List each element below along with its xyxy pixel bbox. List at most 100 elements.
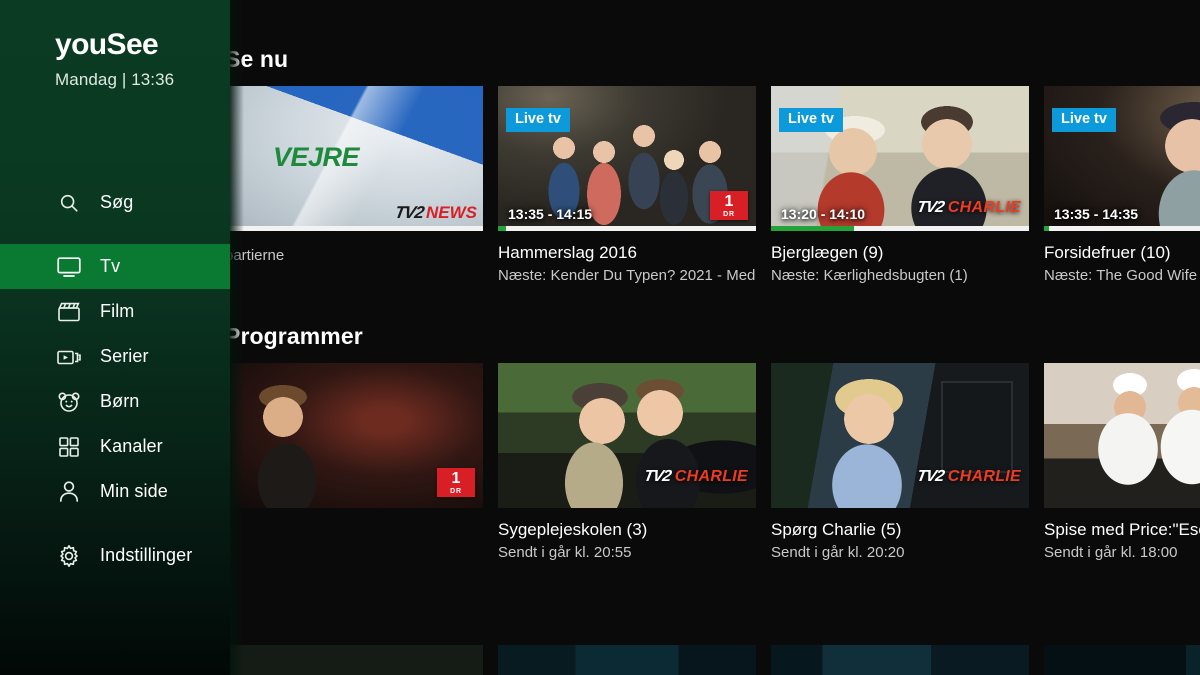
search-icon [56,190,82,216]
thumbnail-people [498,363,756,508]
gear-icon [56,543,82,569]
sidebar-item-min-side[interactable]: Min side [0,469,230,514]
charlie-mark: CHARLIE [674,468,748,485]
row-header-programmer: Programmer [225,323,363,349]
sidebar-item-label: Indstillinger [100,545,193,565]
tv2-mark: TV2 [393,203,425,222]
row-three [225,645,1200,675]
card-title: Forsidefruer (10) [1044,243,1171,262]
dr1-number: 1 [451,470,461,487]
sidebar-item-kanaler[interactable]: Kanaler [0,424,230,469]
person-icon [56,479,82,505]
thumbnail-image [771,645,1029,675]
channel-logo-tv2-charlie: TV2 CHARLIE [916,468,1021,486]
tv2-mark: TV2 [643,468,673,485]
grid-icon [56,434,82,460]
row-programmer: Programmer 1 DR TV2 CHARLIE Sygeplejesko… [225,323,1200,561]
chalkboard [941,381,1013,473]
sidebar-item-serier[interactable]: Serier [0,334,230,379]
series-icon [56,344,82,370]
channel-logo-dr1: 1 DR [710,191,748,220]
card-row-three-1[interactable] [225,645,498,675]
clapperboard-icon [56,299,82,325]
thumbnail-image [225,645,483,675]
dr1-name: DR [723,211,735,218]
card-thumbnail[interactable]: VEJRE TV2 NEWS [225,86,483,231]
progress-bar [1044,226,1200,231]
news-mark: NEWS [426,203,477,222]
card-se-nu-1[interactable]: VEJRE TV2 NEWS partierne [225,86,498,284]
card-time: 13:35 - 14:35 [1054,206,1139,222]
tv2-mark: TV2 [916,468,946,485]
charlie-mark: CHARLIE [947,468,1021,485]
sidebar-item-tv[interactable]: Tv [0,244,230,289]
card-row-three-4[interactable] [1044,645,1200,675]
card-se-nu-4[interactable]: Live tv 13:35 - 14:35 3 Forsidefruer (10… [1044,86,1200,284]
sidebar-item-label: Børn [100,391,140,411]
card-subtitle: partierne [225,247,285,264]
card-thumbnail[interactable] [771,645,1029,675]
sidebar: youSee Mandag | 13:36 Søg Tv Film Serier… [0,0,244,675]
thumbnail-people [1044,363,1200,508]
card-programmer-1[interactable]: 1 DR [225,363,498,561]
card-thumbnail[interactable]: 1 DR [1044,363,1200,508]
dr1-name: DR [450,488,462,495]
clock-label: Mandag | 13:36 [55,70,175,89]
card-subtitle: Sendt i går kl. 18:00 [1044,544,1178,561]
card-thumbnail[interactable]: Live tv 13:35 - 14:15 1 DR [498,86,756,231]
card-title: Hammerslag 2016 [498,243,637,262]
card-thumbnail[interactable]: 1 DR [225,363,483,508]
rail-row-three[interactable] [225,645,1200,675]
rail-se-nu[interactable]: VEJRE TV2 NEWS partierne Live tv 13:35 -… [225,86,1200,284]
dr1-number: 1 [724,193,734,210]
sidebar-item-label: Søg [100,192,134,212]
progress-bar [498,226,756,231]
card-subtitle: Næste: Kender Du Typen? 2021 - Med [498,267,756,284]
card-thumbnail[interactable]: Live tv 13:35 - 14:35 3 [1044,86,1200,231]
card-title: Spise med Price:"Escoffier" (4) [1044,520,1200,539]
card-title: Spørg Charlie (5) [771,520,902,539]
tv-icon [56,254,82,280]
card-programmer-3[interactable]: TV2 CHARLIE Spørg Charlie (5) Sendt i gå… [771,363,1044,561]
card-row-three-3[interactable] [771,645,1044,675]
tv2-mark: TV2 [916,199,946,216]
card-thumbnail[interactable]: Live tv 13:20 - 14:10 TV2 CHARLIE [771,86,1029,231]
card-thumbnail[interactable] [498,645,756,675]
bear-icon [56,389,82,415]
card-thumbnail[interactable] [225,645,483,675]
thumbnail-image [498,645,756,675]
card-programmer-2[interactable]: TV2 CHARLIE Sygeplejeskolen (3) Sendt i … [498,363,771,561]
vejr-text: VEJRE [273,142,360,172]
card-thumbnail[interactable]: TV2 CHARLIE [771,363,1029,508]
rail-programmer[interactable]: 1 DR TV2 CHARLIE Sygeplejeskolen (3) Sen… [225,363,1200,561]
row-se-nu: Se nu VEJRE TV2 NEWS partierne Live tv 1… [225,46,1200,284]
card-programmer-4[interactable]: 1 DR Spise med Price:"Escoffier" (4) Sen… [1044,363,1200,561]
sidebar-menu: Søg Tv Film Serier Børn Kanaler Min side… [0,180,230,578]
live-tv-badge: Live tv [1052,108,1116,132]
sidebar-item-label: Tv [100,256,121,276]
channel-logo-tv2-charlie: TV2 CHARLIE [916,199,1021,217]
card-subtitle: Sendt i går kl. 20:55 [498,544,632,561]
card-subtitle: Sendt i går kl. 20:20 [771,544,905,561]
channel-logo-tv2-charlie: TV2 CHARLIE [643,468,748,486]
sidebar-item-film[interactable]: Film [0,289,230,334]
sidebar-item-sog[interactable]: Søg [0,180,230,225]
sidebar-item-label: Serier [100,346,149,366]
card-se-nu-3[interactable]: Live tv 13:20 - 14:10 TV2 CHARLIE Bjergl… [771,86,1044,284]
card-row-three-2[interactable] [498,645,771,675]
card-thumbnail[interactable]: TV2 CHARLIE [498,363,756,508]
channel-logo-tv2-news: TV2 NEWS [393,203,477,223]
sidebar-item-label: Kanaler [100,436,163,456]
card-subtitle: Næste: The Good Wife (6) [1044,267,1200,284]
card-time: 13:20 - 14:10 [781,206,866,222]
progress-bar [771,226,1029,231]
sidebar-item-born[interactable]: Børn [0,379,230,424]
row-header-se-nu: Se nu [225,46,289,72]
live-tv-badge: Live tv [779,108,843,132]
card-thumbnail[interactable] [1044,645,1200,675]
yousee-logo: youSee [55,28,159,61]
sidebar-item-indstillinger[interactable]: Indstillinger [0,533,230,578]
card-title: Sygeplejeskolen (3) [498,520,648,539]
card-se-nu-2[interactable]: Live tv 13:35 - 14:15 1 DR Hammerslag 20… [498,86,771,284]
live-tv-badge: Live tv [506,108,570,132]
